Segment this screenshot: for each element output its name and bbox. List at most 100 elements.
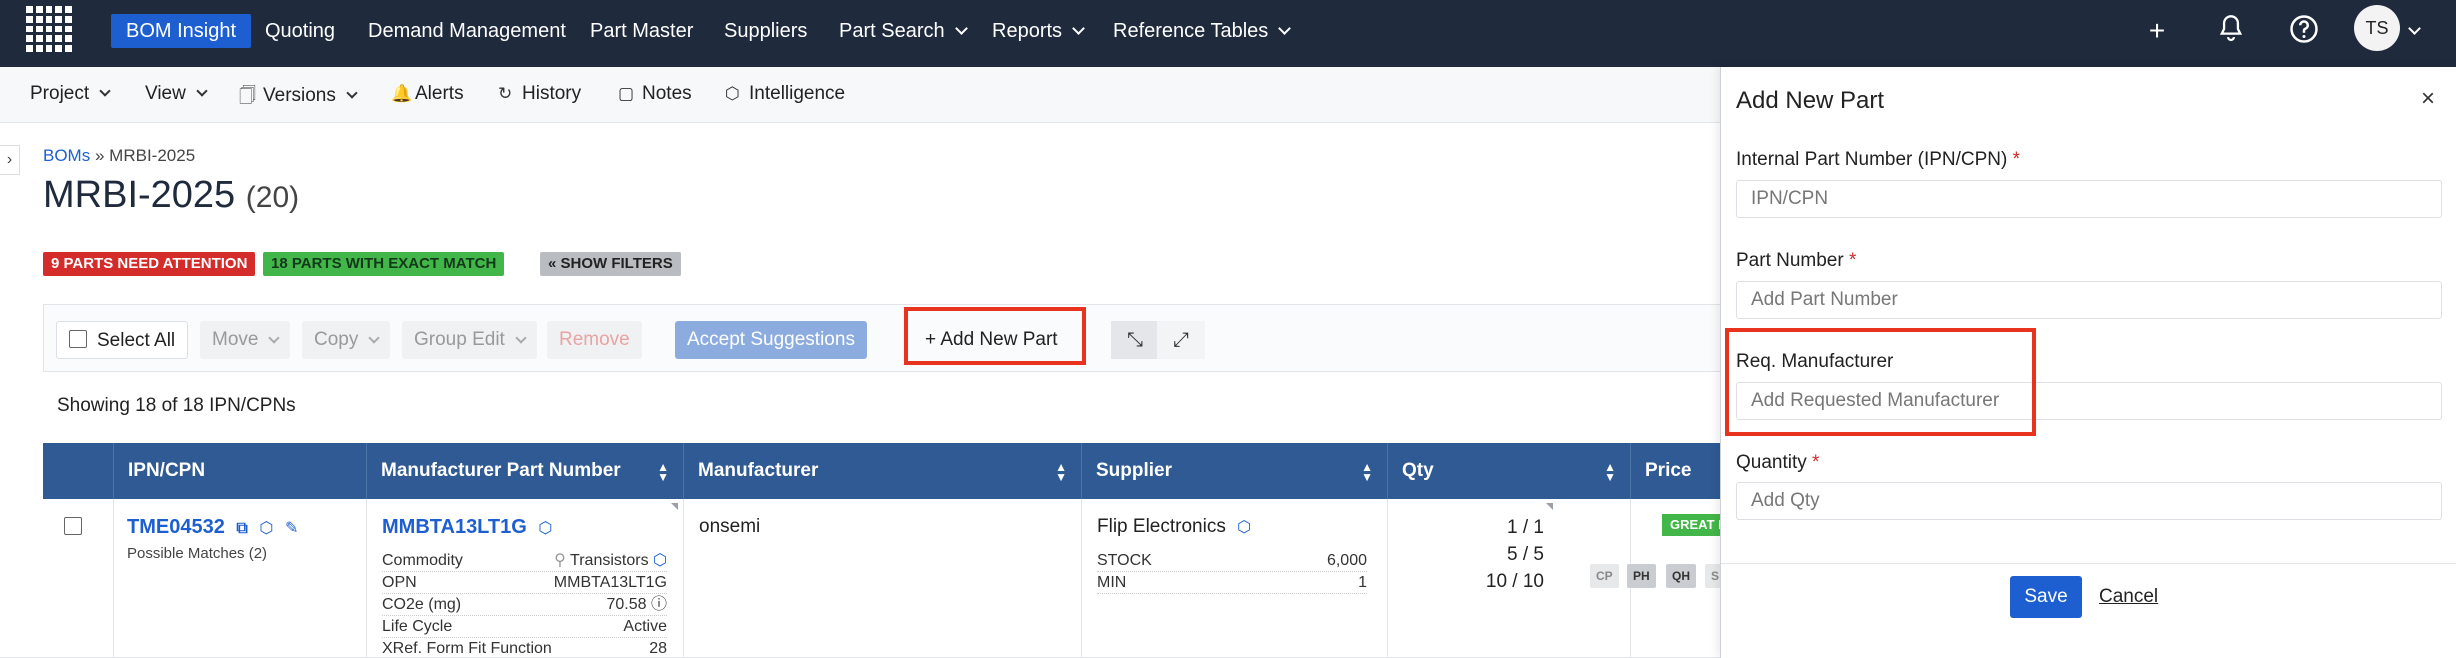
- quantity-field-label-text: Quantity: [1736, 452, 1807, 473]
- nav-quoting[interactable]: Quoting: [265, 14, 335, 48]
- sort-icon[interactable]: ▲ ▼: [657, 443, 669, 483]
- ipn-link[interactable]: TME04532 ⧉ ⬡ ✎: [127, 516, 298, 539]
- detail-xref: XRef. Form Fit Function 28: [382, 638, 667, 658]
- project-menu[interactable]: Project: [30, 83, 111, 105]
- cube-icon[interactable]: ⬡: [259, 518, 273, 538]
- detail-value: MMBTA13LT1G: [553, 574, 667, 591]
- copy-button[interactable]: Copy: [302, 321, 391, 359]
- intelligence-link[interactable]: ⬡ Intelligence: [725, 83, 845, 105]
- nav-part-search-label: Part Search: [839, 20, 945, 42]
- header-mpn-label: Manufacturer Part Number: [381, 460, 621, 481]
- grid-logo-icon[interactable]: [26, 6, 72, 52]
- add-new-part-highlight: [904, 307, 1086, 365]
- sidebar-expand-chevron-icon[interactable]: ›: [0, 145, 20, 175]
- row-checkbox[interactable]: [64, 517, 82, 535]
- nav-suppliers[interactable]: Suppliers: [724, 14, 807, 48]
- detail-opn: OPN MMBTA13LT1G: [382, 572, 667, 594]
- nav-reports[interactable]: Reports: [992, 14, 1085, 48]
- cube-icon[interactable]: ⬡: [1237, 517, 1251, 537]
- bom-count: (20): [245, 181, 300, 214]
- quantity-field-label: Quantity *: [1736, 452, 1819, 474]
- avatar[interactable]: TS: [2354, 5, 2400, 51]
- mpn-link[interactable]: MMBTA13LT1G ⬡: [382, 516, 552, 539]
- sort-icon[interactable]: ▲ ▼: [1361, 443, 1373, 483]
- detail-life-cycle: Life Cycle Active: [382, 616, 667, 638]
- top-navigation-bar: BOM Insight Quoting Demand Management Pa…: [0, 0, 2456, 67]
- detail-co2e: CO2e (mg) 70.58 ⓘ: [382, 594, 667, 616]
- copy-icon[interactable]: ⧉: [236, 520, 247, 538]
- cell-divider: [683, 499, 684, 658]
- required-mark: *: [2012, 149, 2021, 170]
- history-link[interactable]: ↻ History: [498, 83, 581, 105]
- select-all-checkbox[interactable]: [69, 329, 87, 348]
- req-manufacturer-highlight: [1725, 328, 2036, 436]
- help-icon[interactable]: [2287, 14, 2321, 48]
- qty-break: 10 / 10: [1485, 571, 1544, 592]
- nav-part-master[interactable]: Part Master: [590, 14, 693, 48]
- plus-icon[interactable]: +: [2140, 14, 2174, 48]
- nav-part-search[interactable]: Part Search: [839, 14, 968, 48]
- cancel-link[interactable]: Cancel: [2099, 586, 2158, 608]
- chevron-down-icon: [346, 87, 358, 99]
- detail-key: Commodity: [382, 552, 463, 569]
- possible-matches[interactable]: Possible Matches (2): [127, 545, 267, 562]
- price-chip-qh[interactable]: QH: [1666, 564, 1696, 588]
- nav-bom-insight[interactable]: BOM Insight: [111, 14, 252, 48]
- collapse-icon[interactable]: ⤡: [1111, 321, 1159, 359]
- header-mpn[interactable]: Manufacturer Part Number ▲ ▼: [366, 443, 683, 499]
- save-button[interactable]: Save: [2010, 576, 2082, 618]
- cube-icon[interactable]: ⬡: [538, 518, 552, 538]
- history-icon: ↻: [498, 84, 513, 103]
- project-menu-label: Project: [30, 83, 90, 104]
- info-icon[interactable]: ⓘ: [647, 596, 667, 613]
- notes-link[interactable]: ▢ Notes: [618, 83, 692, 105]
- cube-icon: ⬡: [725, 84, 740, 103]
- breadcrumb: BOMs » MRBI-2025: [43, 146, 195, 166]
- supplier-value: Flip Electronics: [1097, 516, 1226, 537]
- parts-need-attention-badge[interactable]: 9 PARTS NEED ATTENTION: [43, 252, 256, 276]
- bell-icon[interactable]: [2214, 14, 2248, 48]
- cube-icon[interactable]: ⬡: [649, 552, 667, 569]
- breadcrumb-separator: »: [94, 146, 105, 165]
- sort-icon[interactable]: ▲ ▼: [1055, 443, 1067, 483]
- move-button[interactable]: Move: [200, 321, 291, 359]
- required-mark: *: [1812, 452, 1820, 473]
- alerts-link[interactable]: 🔔 Alerts: [391, 83, 464, 105]
- edit-icon[interactable]: ✎: [285, 518, 298, 538]
- price-chip-cp[interactable]: CP: [1590, 564, 1619, 588]
- expand-icon[interactable]: ⤢: [1157, 321, 1205, 359]
- quantity-input[interactable]: [1736, 482, 2442, 520]
- part-number-input[interactable]: [1736, 281, 2442, 319]
- supplier-name: Flip Electronics ⬡: [1097, 516, 1251, 538]
- supplier-stock: STOCK 6,000: [1097, 550, 1367, 572]
- header-qty[interactable]: Qty ▲ ▼: [1387, 443, 1630, 499]
- header-price[interactable]: Price: [1630, 443, 1720, 499]
- sort-icon[interactable]: ▲ ▼: [1604, 443, 1616, 483]
- select-all-button[interactable]: Select All: [56, 321, 189, 359]
- breadcrumb-boms-link[interactable]: BOMs: [43, 146, 90, 165]
- chevron-down-icon[interactable]: [2408, 22, 2421, 35]
- show-filters-button[interactable]: « SHOW FILTERS: [540, 252, 681, 276]
- detail-key: XRef. Form Fit Function: [382, 640, 552, 657]
- header-ipn[interactable]: IPN/CPN: [113, 443, 381, 499]
- detail-value: Active: [623, 618, 667, 635]
- group-edit-button[interactable]: Group Edit: [402, 321, 537, 359]
- chevron-down-icon: [368, 332, 381, 344]
- view-menu[interactable]: View: [145, 83, 208, 105]
- versions-menu[interactable]: 🗍 Versions: [239, 83, 358, 112]
- header-supplier[interactable]: Supplier ▲ ▼: [1081, 443, 1387, 499]
- supplier-min-value: 1: [1358, 574, 1367, 591]
- chevron-down-icon: [954, 22, 968, 35]
- nav-reference-tables[interactable]: Reference Tables: [1113, 14, 1292, 48]
- accept-suggestions-button[interactable]: Accept Suggestions: [675, 321, 867, 359]
- close-icon[interactable]: ×: [2421, 85, 2435, 113]
- chevron-down-icon: [1278, 22, 1292, 35]
- ipn-input[interactable]: [1736, 180, 2442, 218]
- header-manufacturer[interactable]: Manufacturer ▲ ▼: [683, 443, 1081, 499]
- sub-navigation-bar: Project View 🗍 Versions 🔔 Alerts ↻ History …: [0, 67, 1720, 123]
- header-supplier-label: Supplier: [1096, 460, 1173, 481]
- nav-demand-management[interactable]: Demand Management: [368, 14, 566, 48]
- price-chip-ph[interactable]: PH: [1627, 564, 1656, 588]
- remove-button[interactable]: Remove: [547, 321, 642, 359]
- exact-match-badge[interactable]: 18 PARTS WITH EXACT MATCH: [263, 252, 505, 276]
